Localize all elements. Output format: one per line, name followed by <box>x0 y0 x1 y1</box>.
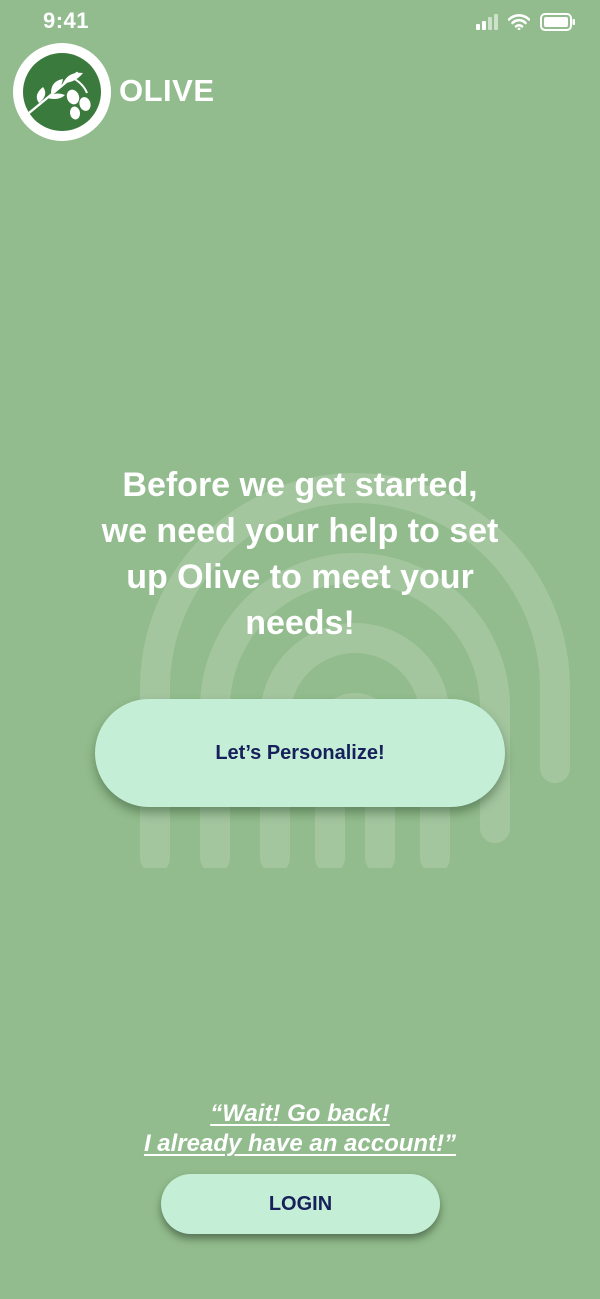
have-account-link[interactable]: “Wait! Go back! I already have an accoun… <box>120 1099 480 1159</box>
olive-branch-icon <box>13 43 111 141</box>
welcome-screen: 9:41 OLIVE Before we get started, we nee… <box>0 0 600 1299</box>
welcome-headline: Before we get started, we need your help… <box>60 462 540 646</box>
headline-line: up Olive to meet your <box>126 558 474 596</box>
have-account-link-line: I already have an account!” <box>143 1130 457 1157</box>
login-button[interactable]: LOGIN <box>161 1174 440 1234</box>
headline-line: we need your help to set <box>101 512 499 550</box>
cellular-signal-icon <box>476 14 498 30</box>
olive-logo <box>13 43 111 141</box>
have-account-link-line: “Wait! Go back! <box>210 1100 390 1127</box>
headline-line: Before we get started, <box>122 466 478 504</box>
wifi-icon <box>508 14 530 30</box>
battery-icon <box>540 13 575 31</box>
headline-line: needs! <box>245 604 355 642</box>
brand-name: OLIVE <box>119 73 215 108</box>
status-time: 9:41 <box>43 8 90 33</box>
personalize-button[interactable]: Let’s Personalize! <box>95 699 505 807</box>
status-bar: 9:41 <box>0 0 600 44</box>
status-icons <box>476 12 576 32</box>
